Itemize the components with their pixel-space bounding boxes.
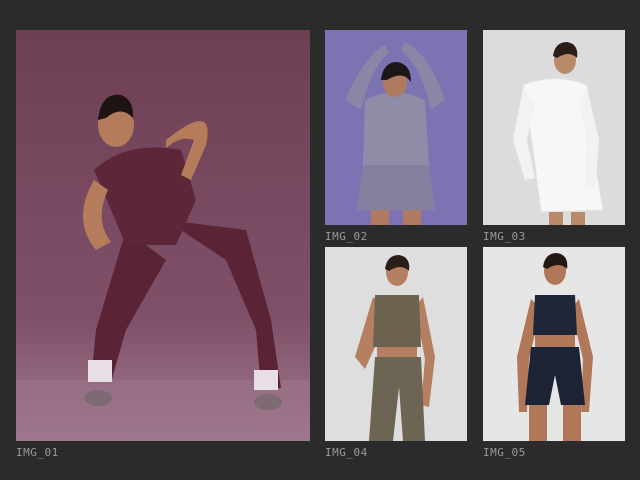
gallery-image-2[interactable] <box>325 30 467 225</box>
photo-woman-navy-bra-bike-shorts <box>483 247 625 441</box>
photo-woman-white-tennis-dress <box>483 30 625 225</box>
caption-img-05: IMG_05 <box>483 446 526 459</box>
gallery-image-1[interactable] <box>16 30 310 441</box>
gallery-image-5[interactable] <box>483 247 625 441</box>
photo-woman-plum-unitard <box>16 30 310 441</box>
caption-img-04: IMG_04 <box>325 446 368 459</box>
gallery-image-3[interactable] <box>483 30 625 225</box>
gallery-image-4[interactable] <box>325 247 467 441</box>
caption-img-01: IMG_01 <box>16 446 59 459</box>
caption-img-03: IMG_03 <box>483 230 526 243</box>
caption-img-02: IMG_02 <box>325 230 368 243</box>
photo-woman-lavender-zip-top <box>325 30 467 225</box>
photo-woman-olive-bra-flare-pants <box>325 247 467 441</box>
